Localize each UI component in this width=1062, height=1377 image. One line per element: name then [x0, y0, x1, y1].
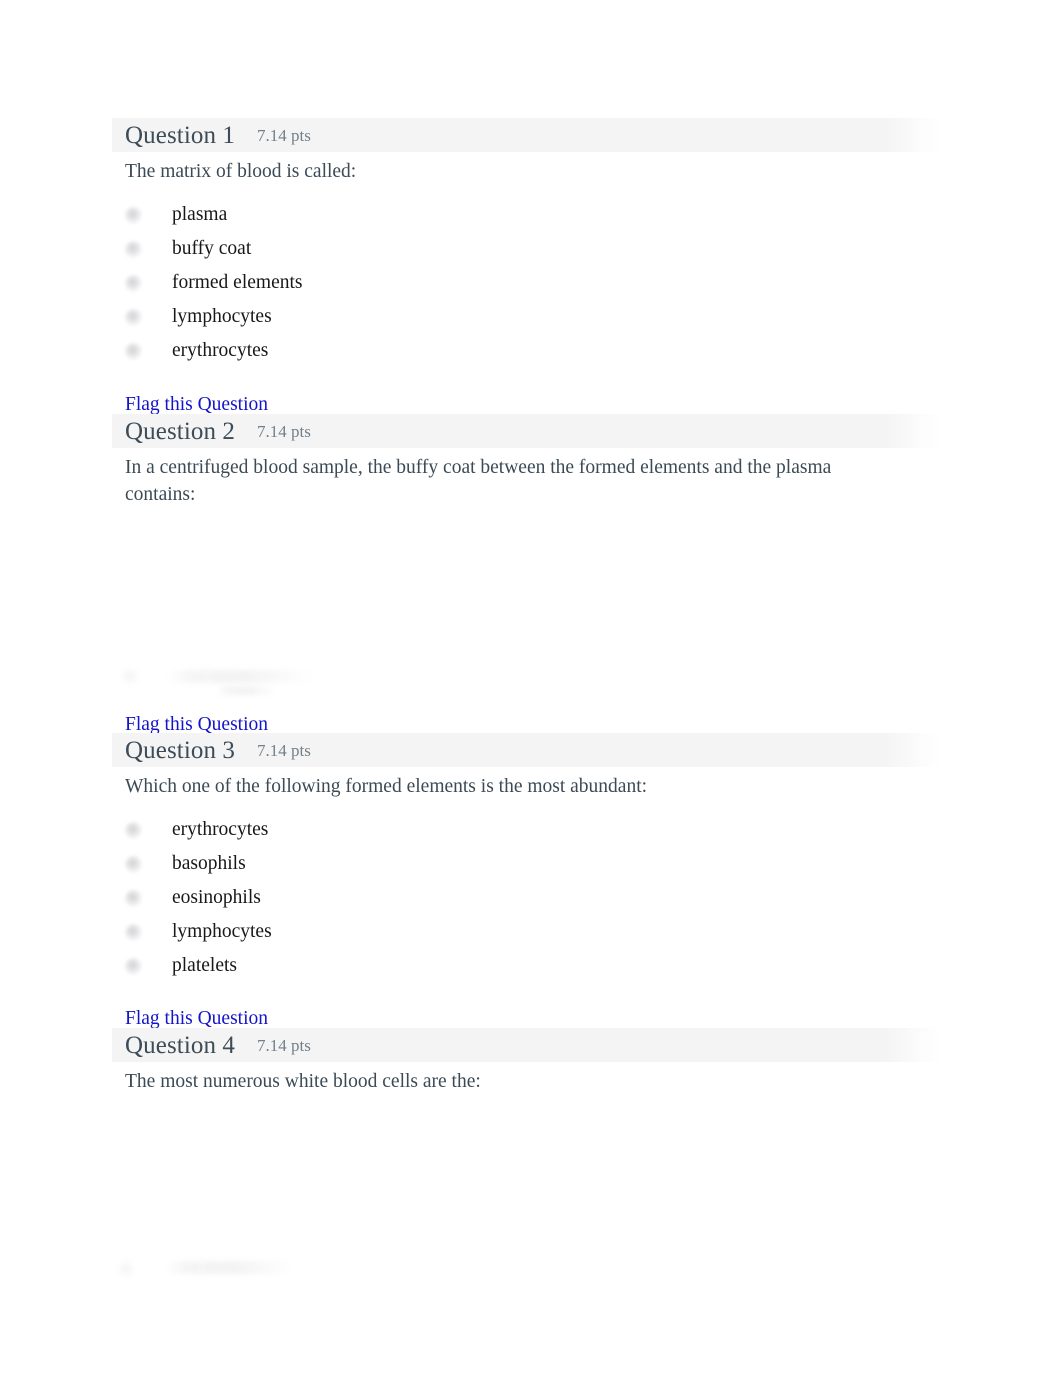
answer-label: lymphocytes — [172, 306, 272, 327]
radio-button-icon[interactable] — [125, 957, 142, 975]
question-block-2: Question 2 7.14 pts In a centrifuged blo… — [112, 414, 942, 738]
answer-list-4[interactable] — [112, 1095, 942, 1325]
radio-button-icon[interactable] — [125, 342, 142, 360]
answer-label — [164, 1261, 294, 1274]
question-title-4: Question 4 — [125, 1032, 236, 1059]
answer-list-3: erythrocytes basophils eosinophils lymph… — [112, 800, 942, 983]
answer-label: buffy coat — [172, 238, 252, 259]
answer-list-1: plasma buffy coat formed elements lympho… — [112, 185, 942, 368]
question-header-4: Question 4 7.14 pts — [112, 1028, 942, 1062]
radio-button-icon[interactable] — [125, 274, 142, 292]
radio-button-icon[interactable] — [125, 206, 142, 224]
radio-button-icon[interactable] — [125, 923, 142, 941]
answer-label: formed elements — [172, 272, 303, 293]
answer-option[interactable]: erythrocytes — [125, 813, 942, 847]
radio-button-icon[interactable] — [125, 821, 142, 839]
question-header-3: Question 3 7.14 pts — [112, 733, 942, 767]
answer-option[interactable]: eosinophils — [125, 881, 942, 915]
radio-button-icon[interactable] — [120, 666, 140, 686]
quiz-page: Question 1 7.14 pts The matrix of blood … — [0, 0, 1062, 1377]
radio-button-icon[interactable] — [125, 240, 142, 258]
radio-button-icon[interactable] — [125, 855, 142, 873]
answer-label: erythrocytes — [172, 819, 269, 840]
answer-label — [167, 670, 312, 683]
question-block-4: Question 4 7.14 pts The most numerous wh… — [112, 1028, 942, 1325]
answer-option[interactable]: formed elements — [125, 266, 942, 300]
question-block-3: Question 3 7.14 pts Which one of the fol… — [112, 733, 942, 983]
answer-label: lymphocytes — [172, 921, 272, 942]
question-text-3: Which one of the following formed elemen… — [125, 776, 648, 797]
question-text-4: The most numerous white blood cells are … — [125, 1071, 481, 1092]
answer-option[interactable]: plasma — [125, 198, 942, 232]
question-block-1: Question 1 7.14 pts The matrix of blood … — [112, 118, 942, 368]
answer-label: basophils — [172, 853, 246, 874]
answer-option[interactable]: lymphocytes — [125, 300, 942, 334]
answer-label: erythrocytes — [172, 340, 269, 361]
radio-button-icon[interactable] — [125, 308, 142, 326]
answer-label — [217, 686, 277, 695]
answer-option[interactable]: lymphocytes — [125, 915, 942, 949]
question-header-2: Question 2 7.14 pts — [112, 414, 942, 448]
radio-button-icon[interactable] — [116, 1259, 136, 1279]
question-text-2: In a centrifuged blood sample, the buffy… — [125, 457, 832, 505]
question-title-3: Question 3 — [125, 737, 236, 764]
question-points-2: 7.14 pts — [257, 422, 311, 441]
question-points-1: 7.14 pts — [257, 126, 311, 145]
answer-label: platelets — [172, 955, 237, 976]
answer-option[interactable]: basophils — [125, 847, 942, 881]
question-points-4: 7.14 pts — [257, 1036, 311, 1055]
answer-label: plasma — [172, 204, 228, 225]
question-points-3: 7.14 pts — [257, 741, 311, 760]
answer-option[interactable]: platelets — [125, 949, 942, 983]
radio-button-icon[interactable] — [125, 889, 142, 907]
question-title-2: Question 2 — [125, 418, 236, 445]
answer-label: eosinophils — [172, 887, 261, 908]
question-header-1: Question 1 7.14 pts — [112, 118, 942, 152]
answer-option[interactable]: buffy coat — [125, 232, 942, 266]
answer-option[interactable]: erythrocytes — [125, 334, 942, 368]
question-title-1: Question 1 — [125, 122, 236, 149]
answer-list-2[interactable] — [112, 508, 942, 738]
question-text-1: The matrix of blood is called: — [125, 161, 357, 182]
